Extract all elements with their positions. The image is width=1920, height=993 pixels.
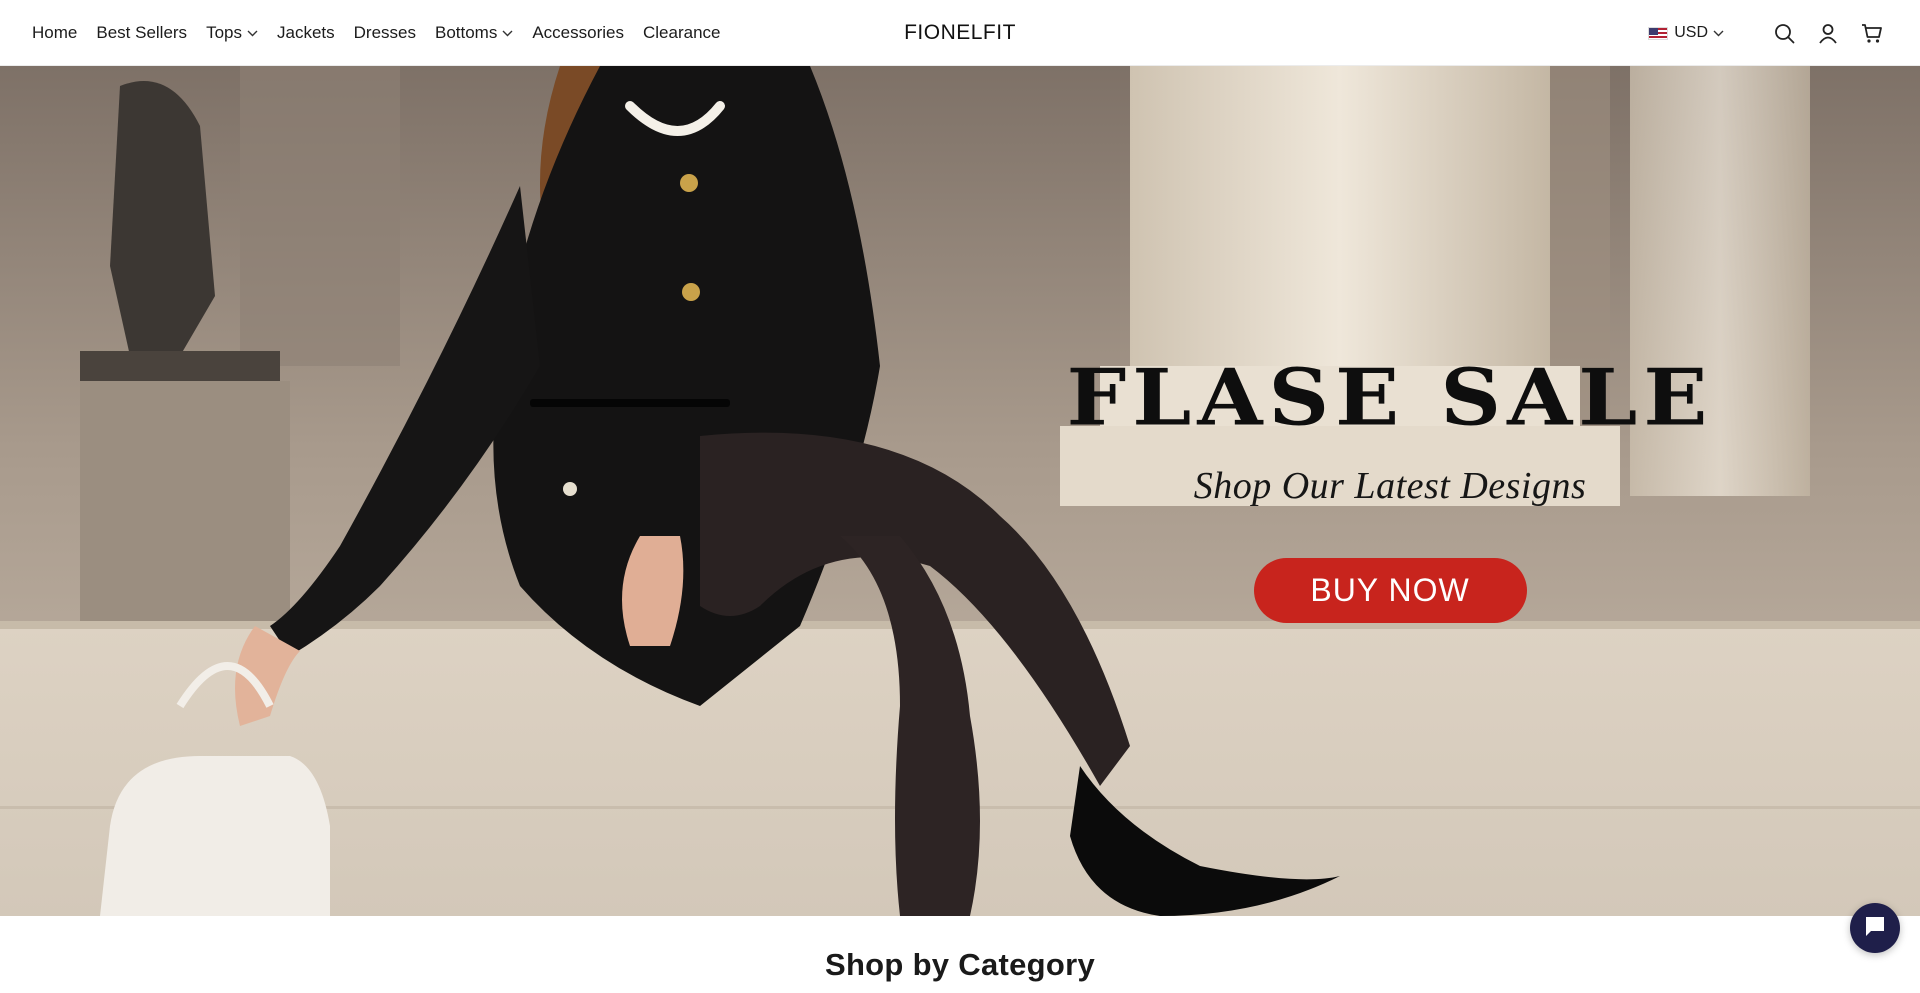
buy-now-button[interactable]: BUY NOW <box>1253 558 1527 623</box>
nav-label: Clearance <box>642 23 721 42</box>
site-header: Home Best Sellers Tops Jackets Dresses B… <box>0 0 1920 66</box>
nav-dresses[interactable]: Dresses <box>354 23 416 43</box>
nav-best-sellers[interactable]: Best Sellers <box>96 23 187 43</box>
nav-label: Accessories <box>532 23 624 42</box>
chat-button[interactable] <box>1850 903 1900 953</box>
nav-home[interactable]: Home <box>32 23 77 43</box>
nav-tops[interactable]: Tops <box>206 23 258 43</box>
chevron-down-icon <box>247 30 258 37</box>
us-flag-icon <box>1648 26 1669 40</box>
nav-jackets[interactable]: Jackets <box>277 23 335 43</box>
currency-label: USD <box>1674 24 1708 41</box>
nav-bottoms[interactable]: Bottoms <box>435 23 513 43</box>
nav-label: Dresses <box>353 23 416 42</box>
chat-icon <box>1863 914 1887 943</box>
main-nav: Home Best Sellers Tops Jackets Dresses B… <box>32 0 739 66</box>
account-icon[interactable] <box>1816 21 1840 45</box>
category-section: Shop by Category <box>0 916 1920 993</box>
nav-label: Bottoms <box>434 23 498 42</box>
cart-icon[interactable] <box>1860 21 1884 45</box>
hero-copy: FLASE SALE Shop Our Latest Designs BUY N… <box>1050 356 1730 623</box>
header-tools: USD <box>1648 0 1884 66</box>
brand-logo[interactable]: FIONELFIT <box>904 21 1016 45</box>
hero-banner: FLASE SALE Shop Our Latest Designs BUY N… <box>0 66 1920 916</box>
chevron-down-icon <box>1713 30 1724 37</box>
hero-subtitle: Shop Our Latest Designs <box>1193 465 1587 507</box>
nav-label: Jackets <box>276 23 335 42</box>
category-section-title: Shop by Category <box>824 947 1096 982</box>
search-icon[interactable] <box>1772 21 1796 45</box>
nav-label: Tops <box>206 23 242 42</box>
nav-accessories[interactable]: Accessories <box>532 23 624 43</box>
nav-clearance[interactable]: Clearance <box>643 23 721 43</box>
nav-label: Best Sellers <box>96 23 188 42</box>
currency-selector[interactable]: USD <box>1648 24 1724 42</box>
hero-title: FLASE SALE <box>1066 352 1714 444</box>
chevron-down-icon <box>502 30 513 37</box>
nav-label: Home <box>32 23 78 42</box>
